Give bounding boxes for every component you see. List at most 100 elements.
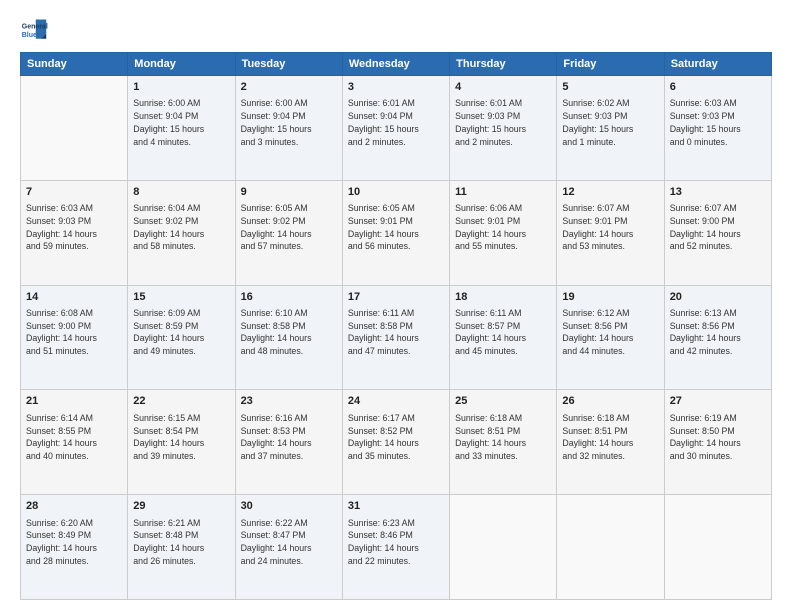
calendar-day-empty bbox=[664, 495, 771, 600]
calendar-day-13: 13 Sunrise: 6:07 AM Sunset: 9:00 PM Dayli… bbox=[664, 180, 771, 285]
day-number: 16 bbox=[241, 290, 337, 305]
day-number: 26 bbox=[562, 394, 658, 409]
day-info: Sunrise: 6:18 AM Sunset: 8:51 PM Dayligh… bbox=[455, 412, 551, 463]
calendar-day-31: 31 Sunrise: 6:23 AM Sunset: 8:46 PM Dayli… bbox=[342, 495, 449, 600]
day-number: 24 bbox=[348, 394, 444, 409]
calendar-day-22: 22 Sunrise: 6:15 AM Sunset: 8:54 PM Dayli… bbox=[128, 390, 235, 495]
calendar-week-row: 7Sunrise: 6:03 AM Sunset: 9:03 PM Daylig… bbox=[21, 180, 772, 285]
generalblue-logo-icon: General Blue bbox=[20, 16, 48, 44]
day-number: 12 bbox=[562, 185, 658, 200]
day-number: 31 bbox=[348, 499, 444, 514]
calendar-day-24: 24 Sunrise: 6:17 AM Sunset: 8:52 PM Dayli… bbox=[342, 390, 449, 495]
day-info: Sunrise: 6:07 AM Sunset: 9:00 PM Dayligh… bbox=[670, 202, 766, 253]
svg-text:Blue: Blue bbox=[22, 32, 37, 39]
day-number: 15 bbox=[133, 290, 229, 305]
calendar-day-empty bbox=[557, 495, 664, 600]
day-info: Sunrise: 6:22 AM Sunset: 8:47 PM Dayligh… bbox=[241, 517, 337, 568]
day-info: Sunrise: 6:14 AM Sunset: 8:55 PM Dayligh… bbox=[26, 412, 122, 463]
header: General Blue bbox=[20, 16, 772, 44]
day-info: Sunrise: 6:01 AM Sunset: 9:04 PM Dayligh… bbox=[348, 97, 444, 148]
day-info: Sunrise: 6:13 AM Sunset: 8:56 PM Dayligh… bbox=[670, 307, 766, 358]
calendar-day-12: 12 Sunrise: 6:07 AM Sunset: 9:01 PM Dayli… bbox=[557, 180, 664, 285]
day-info: Sunrise: 6:00 AM Sunset: 9:04 PM Dayligh… bbox=[241, 97, 337, 148]
day-number: 17 bbox=[348, 290, 444, 305]
calendar-day-4: 4 Sunrise: 6:01 AM Sunset: 9:03 PM Daylig… bbox=[450, 76, 557, 181]
calendar-day-6: 6Sunrise: 6:03 AM Sunset: 9:03 PM Daylig… bbox=[664, 76, 771, 181]
day-number: 29 bbox=[133, 499, 229, 514]
weekday-header-friday: Friday bbox=[557, 53, 664, 76]
day-info: Sunrise: 6:23 AM Sunset: 8:46 PM Dayligh… bbox=[348, 517, 444, 568]
day-number: 2 bbox=[241, 80, 337, 95]
calendar-day-17: 17Sunrise: 6:11 AM Sunset: 8:58 PM Dayli… bbox=[342, 285, 449, 390]
day-number: 4 bbox=[455, 80, 551, 95]
calendar-day-20: 20 Sunrise: 6:13 AM Sunset: 8:56 PM Dayli… bbox=[664, 285, 771, 390]
day-info: Sunrise: 6:01 AM Sunset: 9:03 PM Dayligh… bbox=[455, 97, 551, 148]
calendar-day-28: 28 Sunrise: 6:20 AM Sunset: 8:49 PM Dayli… bbox=[21, 495, 128, 600]
svg-text:General: General bbox=[22, 23, 48, 30]
calendar-day-27: 27Sunrise: 6:19 AM Sunset: 8:50 PM Dayli… bbox=[664, 390, 771, 495]
calendar-day-5: 5Sunrise: 6:02 AM Sunset: 9:03 PM Daylig… bbox=[557, 76, 664, 181]
calendar-day-11: 11 Sunrise: 6:06 AM Sunset: 9:01 PM Dayli… bbox=[450, 180, 557, 285]
calendar-day-21: 21 Sunrise: 6:14 AM Sunset: 8:55 PM Dayli… bbox=[21, 390, 128, 495]
logo: General Blue bbox=[20, 16, 48, 44]
day-info: Sunrise: 6:08 AM Sunset: 9:00 PM Dayligh… bbox=[26, 307, 122, 358]
day-info: Sunrise: 6:11 AM Sunset: 8:57 PM Dayligh… bbox=[455, 307, 551, 358]
calendar-table: SundayMondayTuesdayWednesdayThursdayFrid… bbox=[20, 52, 772, 600]
day-number: 14 bbox=[26, 290, 122, 305]
day-info: Sunrise: 6:05 AM Sunset: 9:01 PM Dayligh… bbox=[348, 202, 444, 253]
calendar-week-row: 14 Sunrise: 6:08 AM Sunset: 9:00 PM Dayli… bbox=[21, 285, 772, 390]
calendar-week-row: 21 Sunrise: 6:14 AM Sunset: 8:55 PM Dayli… bbox=[21, 390, 772, 495]
calendar-day-empty bbox=[450, 495, 557, 600]
day-info: Sunrise: 6:21 AM Sunset: 8:48 PM Dayligh… bbox=[133, 517, 229, 568]
calendar-day-9: 9 Sunrise: 6:05 AM Sunset: 9:02 PM Daylig… bbox=[235, 180, 342, 285]
calendar-day-18: 18 Sunrise: 6:11 AM Sunset: 8:57 PM Dayli… bbox=[450, 285, 557, 390]
calendar-day-15: 15 Sunrise: 6:09 AM Sunset: 8:59 PM Dayli… bbox=[128, 285, 235, 390]
calendar-day-7: 7Sunrise: 6:03 AM Sunset: 9:03 PM Daylig… bbox=[21, 180, 128, 285]
day-number: 30 bbox=[241, 499, 337, 514]
day-info: Sunrise: 6:18 AM Sunset: 8:51 PM Dayligh… bbox=[562, 412, 658, 463]
day-info: Sunrise: 6:09 AM Sunset: 8:59 PM Dayligh… bbox=[133, 307, 229, 358]
day-number: 3 bbox=[348, 80, 444, 95]
day-info: Sunrise: 6:07 AM Sunset: 9:01 PM Dayligh… bbox=[562, 202, 658, 253]
day-info: Sunrise: 6:12 AM Sunset: 8:56 PM Dayligh… bbox=[562, 307, 658, 358]
day-number: 25 bbox=[455, 394, 551, 409]
day-number: 13 bbox=[670, 185, 766, 200]
day-info: Sunrise: 6:00 AM Sunset: 9:04 PM Dayligh… bbox=[133, 97, 229, 148]
day-number: 20 bbox=[670, 290, 766, 305]
calendar-day-10: 10 Sunrise: 6:05 AM Sunset: 9:01 PM Dayli… bbox=[342, 180, 449, 285]
day-number: 18 bbox=[455, 290, 551, 305]
weekday-header-sunday: Sunday bbox=[21, 53, 128, 76]
day-number: 22 bbox=[133, 394, 229, 409]
day-info: Sunrise: 6:15 AM Sunset: 8:54 PM Dayligh… bbox=[133, 412, 229, 463]
calendar-day-23: 23Sunrise: 6:16 AM Sunset: 8:53 PM Dayli… bbox=[235, 390, 342, 495]
calendar-day-1: 1 Sunrise: 6:00 AM Sunset: 9:04 PM Daylig… bbox=[128, 76, 235, 181]
calendar-day-8: 8Sunrise: 6:04 AM Sunset: 9:02 PM Daylig… bbox=[128, 180, 235, 285]
calendar-day-empty bbox=[21, 76, 128, 181]
day-info: Sunrise: 6:03 AM Sunset: 9:03 PM Dayligh… bbox=[26, 202, 122, 253]
weekday-header-wednesday: Wednesday bbox=[342, 53, 449, 76]
day-number: 27 bbox=[670, 394, 766, 409]
calendar-day-19: 19 Sunrise: 6:12 AM Sunset: 8:56 PM Dayli… bbox=[557, 285, 664, 390]
day-number: 9 bbox=[241, 185, 337, 200]
day-info: Sunrise: 6:06 AM Sunset: 9:01 PM Dayligh… bbox=[455, 202, 551, 253]
calendar-day-3: 3 Sunrise: 6:01 AM Sunset: 9:04 PM Daylig… bbox=[342, 76, 449, 181]
day-number: 1 bbox=[133, 80, 229, 95]
page: General Blue SundayMondayTuesdayWednesda… bbox=[0, 0, 792, 612]
day-number: 28 bbox=[26, 499, 122, 514]
day-info: Sunrise: 6:20 AM Sunset: 8:49 PM Dayligh… bbox=[26, 517, 122, 568]
day-number: 19 bbox=[562, 290, 658, 305]
day-number: 21 bbox=[26, 394, 122, 409]
day-info: Sunrise: 6:04 AM Sunset: 9:02 PM Dayligh… bbox=[133, 202, 229, 253]
day-number: 23 bbox=[241, 394, 337, 409]
day-number: 10 bbox=[348, 185, 444, 200]
day-number: 5 bbox=[562, 80, 658, 95]
weekday-header-row: SundayMondayTuesdayWednesdayThursdayFrid… bbox=[21, 53, 772, 76]
calendar-day-25: 25 Sunrise: 6:18 AM Sunset: 8:51 PM Dayli… bbox=[450, 390, 557, 495]
calendar-week-row: 1 Sunrise: 6:00 AM Sunset: 9:04 PM Daylig… bbox=[21, 76, 772, 181]
day-info: Sunrise: 6:17 AM Sunset: 8:52 PM Dayligh… bbox=[348, 412, 444, 463]
calendar-week-row: 28 Sunrise: 6:20 AM Sunset: 8:49 PM Dayli… bbox=[21, 495, 772, 600]
day-number: 11 bbox=[455, 185, 551, 200]
calendar-day-16: 16Sunrise: 6:10 AM Sunset: 8:58 PM Dayli… bbox=[235, 285, 342, 390]
day-number: 6 bbox=[670, 80, 766, 95]
day-info: Sunrise: 6:05 AM Sunset: 9:02 PM Dayligh… bbox=[241, 202, 337, 253]
